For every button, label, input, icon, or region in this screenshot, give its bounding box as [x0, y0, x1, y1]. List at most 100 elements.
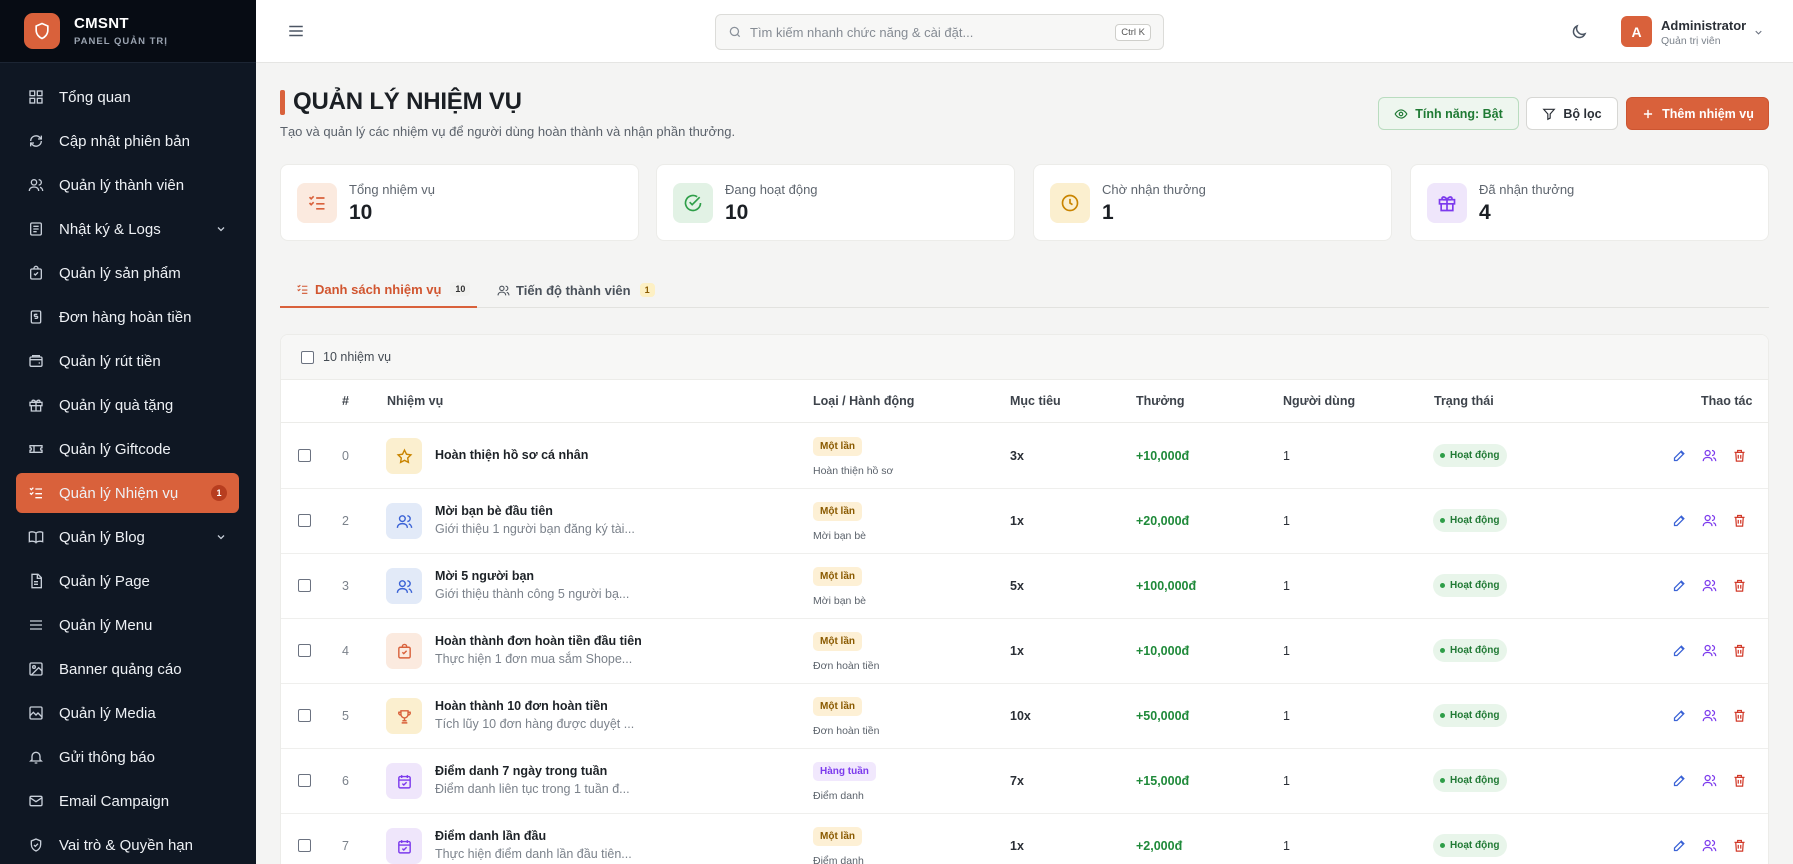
sidebar-item-giftcode[interactable]: Quản lý Giftcode — [16, 429, 239, 469]
row-checkbox[interactable] — [298, 579, 311, 592]
trash-icon[interactable] — [1732, 578, 1748, 594]
status-badge[interactable]: Hoạt động — [1433, 639, 1508, 662]
trash-icon[interactable] — [1732, 838, 1748, 854]
sidebar-item-email-campaign[interactable]: Email Campaign — [16, 781, 239, 821]
task-title: Hoàn thành 10 đơn hoàn tiền — [435, 699, 608, 713]
task-reward: +10,000đ — [1136, 449, 1190, 463]
row-checkbox[interactable] — [298, 514, 311, 527]
sidebar-item-overview[interactable]: Tổng quan — [16, 77, 239, 117]
status-badge[interactable]: Hoạt động — [1433, 509, 1508, 532]
tab-task-list[interactable]: Danh sách nhiệm vụ 10 — [280, 272, 477, 308]
stat-card-pending: Chờ nhận thưởng 1 — [1033, 164, 1392, 241]
table-row[interactable]: 6 Điểm danh 7 ngày trong tuần Điểm danh … — [281, 749, 1768, 814]
search-input[interactable] — [750, 24, 1116, 40]
users-icon[interactable] — [1702, 448, 1718, 464]
sidebar-item-tasks[interactable]: Quản lý Nhiệm vụ 1 — [16, 473, 239, 513]
pencil-icon[interactable] — [1672, 578, 1688, 594]
row-checkbox[interactable] — [298, 709, 311, 722]
task-users: 1 — [1283, 839, 1290, 853]
sidebar-item-roles[interactable]: Vai trò & Quyền hạn — [16, 825, 239, 864]
sidebar-item-label: Quản lý sản phẩm — [59, 264, 181, 282]
header-status: Trạng thái — [1434, 394, 1494, 408]
moon-icon[interactable] — [1570, 23, 1588, 41]
table-row[interactable]: 2 Mời bạn bè đầu tiên Giới thiệu 1 người… — [281, 489, 1768, 554]
users-icon[interactable] — [1702, 643, 1718, 659]
task-type-badge: Một lần — [813, 437, 862, 456]
header-goal: Mục tiêu — [1010, 394, 1061, 408]
filter-label: Bộ lọc — [1563, 106, 1602, 121]
filter-button[interactable]: Bộ lọc — [1526, 97, 1618, 130]
row-checkbox[interactable] — [298, 449, 311, 462]
user-name[interactable]: Administrator — [1661, 18, 1746, 33]
pencil-icon[interactable] — [1672, 513, 1688, 529]
table-row[interactable]: 0 Hoàn thiện hồ sơ cá nhân Một lần Hoàn … — [281, 424, 1768, 489]
search-box[interactable]: Ctrl K — [715, 14, 1164, 50]
users-icon[interactable] — [1702, 708, 1718, 724]
sidebar-item-menu[interactable]: Quản lý Menu — [16, 605, 239, 645]
sidebar-item-products[interactable]: Quản lý sản phẩm — [16, 253, 239, 293]
add-task-button[interactable]: Thêm nhiệm vụ — [1626, 97, 1769, 130]
chevron-down-icon[interactable] — [1753, 27, 1764, 38]
tab-member-progress[interactable]: Tiến độ thành viên 1 — [497, 272, 655, 308]
pencil-icon[interactable] — [1672, 448, 1688, 464]
table-row[interactable]: 4 Hoàn thành đơn hoàn tiền đầu tiên Thực… — [281, 619, 1768, 684]
trash-icon[interactable] — [1732, 708, 1748, 724]
status-label: Hoạt động — [1450, 450, 1500, 461]
status-badge[interactable]: Hoạt động — [1433, 574, 1508, 597]
avatar[interactable]: A — [1621, 16, 1652, 47]
status-badge[interactable]: Hoạt động — [1433, 834, 1508, 857]
trash-icon[interactable] — [1732, 643, 1748, 659]
sidebar-item-members[interactable]: Quản lý thành viên — [16, 165, 239, 205]
stat-label: Đã nhận thưởng — [1479, 182, 1575, 197]
brand[interactable]: CMSNT PANEL QUẢN TRỊ — [0, 0, 256, 63]
row-index: 3 — [342, 579, 349, 593]
users-icon[interactable] — [1702, 773, 1718, 789]
task-type-badge: Một lần — [813, 827, 862, 846]
sidebar-item-version-update[interactable]: Cập nhật phiên bản — [16, 121, 239, 161]
sidebar-item-notifications[interactable]: Gửi thông báo — [16, 737, 239, 777]
table-row[interactable]: 5 Hoàn thành 10 đơn hoàn tiền Tích lũy 1… — [281, 684, 1768, 749]
eye-icon — [1394, 108, 1408, 119]
status-badge[interactable]: Hoạt động — [1433, 444, 1508, 467]
menu-icon — [30, 620, 42, 630]
hamburger-menu-icon[interactable] — [287, 22, 305, 40]
sidebar-item-banner[interactable]: Banner quảng cáo — [16, 649, 239, 689]
sidebar-item-gifts[interactable]: Quản lý quà tặng — [16, 385, 239, 425]
sidebar-item-refund-orders[interactable]: Đơn hàng hoàn tiền — [16, 297, 239, 337]
task-users: 1 — [1283, 449, 1290, 463]
mail-icon — [29, 795, 43, 807]
pencil-icon[interactable] — [1672, 708, 1688, 724]
status-badge[interactable]: Hoạt động — [1433, 769, 1508, 792]
trash-icon[interactable] — [1732, 513, 1748, 529]
pencil-icon[interactable] — [1672, 643, 1688, 659]
feature-toggle-button[interactable]: Tính năng: Bật — [1378, 97, 1519, 130]
select-all-checkbox[interactable] — [301, 350, 314, 364]
row-checkbox[interactable] — [298, 644, 311, 657]
status-dot — [1440, 453, 1445, 458]
row-checkbox[interactable] — [298, 774, 311, 787]
pencil-icon[interactable] — [1672, 773, 1688, 789]
sidebar-item-label: Quản lý Giftcode — [59, 440, 171, 458]
sidebar-item-withdraw[interactable]: Quản lý rút tiền — [16, 341, 239, 381]
trash-icon[interactable] — [1732, 773, 1748, 789]
sidebar-item-page[interactable]: Quản lý Page — [16, 561, 239, 601]
table-row[interactable]: 7 Điểm danh lần đầu Thực hiện điểm danh … — [281, 814, 1768, 864]
users-icon[interactable] — [1702, 838, 1718, 854]
table-row[interactable]: 3 Mời 5 người bạn Giới thiệu thành công … — [281, 554, 1768, 619]
add-task-label: Thêm nhiệm vụ — [1662, 106, 1754, 121]
trash-icon[interactable] — [1732, 448, 1748, 464]
sidebar-item-media[interactable]: Quản lý Media — [16, 693, 239, 733]
users-icon[interactable] — [1702, 513, 1718, 529]
clock-icon — [1050, 183, 1090, 223]
sidebar-item-blog[interactable]: Quản lý Blog — [16, 517, 239, 557]
sidebar-item-logs[interactable]: Nhật ký & Logs — [16, 209, 239, 249]
status-label: Hoạt động — [1450, 515, 1500, 526]
row-checkbox[interactable] — [298, 839, 311, 852]
users-icon[interactable] — [1702, 578, 1718, 594]
users-icon — [386, 568, 422, 604]
pencil-icon[interactable] — [1672, 838, 1688, 854]
row-index: 6 — [342, 774, 349, 788]
status-badge[interactable]: Hoạt động — [1433, 704, 1508, 727]
topbar: Ctrl K A Administrator Quản trị viên — [256, 0, 1793, 63]
book-icon — [28, 531, 44, 544]
